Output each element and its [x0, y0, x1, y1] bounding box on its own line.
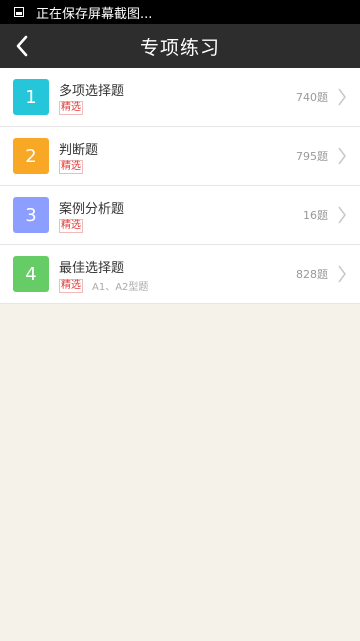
chevron-left-icon	[16, 35, 28, 57]
chevron-right-icon	[336, 205, 348, 225]
item-title: 多项选择题	[59, 84, 125, 99]
header: 专项练习	[0, 24, 360, 68]
screenshot-icon	[14, 7, 24, 17]
number-badge: 4	[13, 256, 49, 292]
question-count: 795题	[296, 150, 328, 163]
chevron-right-icon	[336, 264, 348, 284]
item-subtitle: A1、A2型题	[92, 282, 149, 293]
featured-tag: 精选	[59, 160, 83, 174]
question-count: 828题	[296, 268, 328, 281]
item-subline: 精选	[59, 219, 92, 233]
list-item[interactable]: 3 案例分析题 精选 16题	[0, 186, 360, 245]
featured-tag: 精选	[59, 101, 83, 115]
item-title: 判断题	[59, 143, 99, 158]
question-count: 740题	[296, 91, 328, 104]
list-item[interactable]: 1 多项选择题 精选 740题	[0, 68, 360, 127]
item-subline: 精选	[59, 160, 92, 174]
item-title: 案例分析题	[59, 202, 125, 217]
question-count: 16题	[303, 209, 328, 222]
list-item[interactable]: 2 判断题 精选 795题	[0, 127, 360, 186]
status-bar: 正在保存屏幕截图...	[0, 0, 360, 24]
page-title: 专项练习	[139, 36, 220, 59]
featured-tag: 精选	[59, 278, 83, 293]
item-subline: 精选 A1、A2型题	[59, 278, 148, 293]
item-subline: 精选	[59, 101, 92, 115]
chevron-right-icon	[336, 87, 348, 107]
featured-tag: 精选	[59, 219, 83, 233]
chevron-right-icon	[336, 146, 348, 166]
number-badge: 3	[13, 197, 49, 233]
item-title: 最佳选择题	[59, 261, 125, 276]
status-message: 正在保存屏幕截图...	[36, 6, 153, 22]
number-badge: 2	[13, 138, 49, 174]
back-button[interactable]	[4, 24, 40, 68]
list-item[interactable]: 4 最佳选择题 精选 A1、A2型题 828题	[0, 245, 360, 304]
practice-list: 1 多项选择题 精选 740题 2 判断题 精选 795题 3 案例分析题 精选…	[0, 68, 360, 304]
number-badge: 1	[13, 79, 49, 115]
